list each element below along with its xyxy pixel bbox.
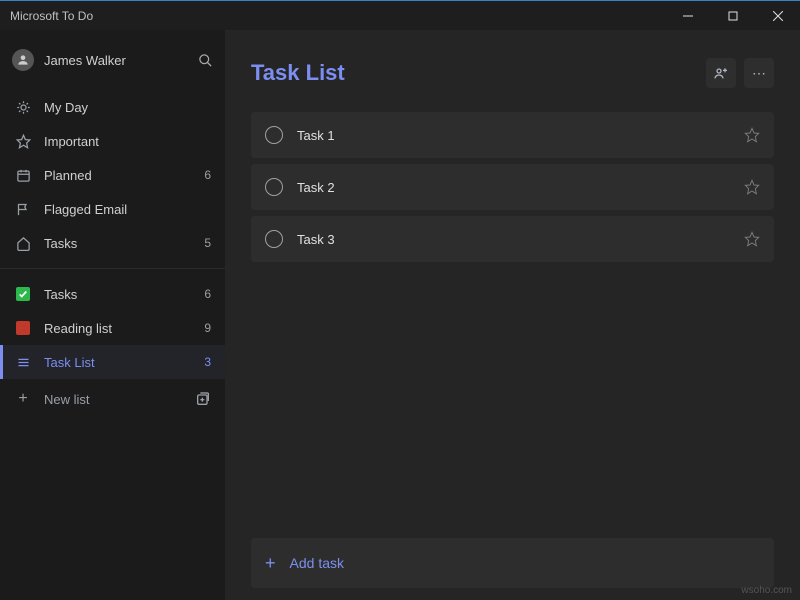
- star-toggle[interactable]: [744, 179, 760, 195]
- list-header: Task List ⋯: [251, 48, 774, 98]
- star-toggle[interactable]: [744, 231, 760, 247]
- watermark: wsoho.com: [741, 585, 792, 596]
- search-icon[interactable]: [198, 53, 213, 68]
- add-task-row[interactable]: + Add task: [251, 538, 774, 588]
- sidebar: James Walker My Day Important Planned 6: [0, 30, 225, 600]
- sun-icon: [14, 100, 32, 115]
- new-list-row[interactable]: + New list: [0, 379, 225, 419]
- share-button[interactable]: [706, 58, 736, 88]
- sidebar-item-count: 3: [204, 355, 211, 369]
- app-title: Microsoft To Do: [10, 9, 665, 23]
- list-icon: [14, 355, 32, 370]
- sidebar-item-important[interactable]: Important: [0, 124, 225, 158]
- sidebar-item-label: Task List: [44, 355, 204, 370]
- new-group-icon[interactable]: [195, 391, 211, 407]
- sidebar-item-planned[interactable]: Planned 6: [0, 158, 225, 192]
- sidebar-item-tasks-custom[interactable]: Tasks 6: [0, 277, 225, 311]
- user-row[interactable]: James Walker: [0, 30, 225, 86]
- task-row[interactable]: Task 2: [251, 164, 774, 210]
- minimize-button[interactable]: [665, 1, 710, 31]
- sidebar-item-label: Planned: [44, 168, 204, 183]
- sidebar-item-label: Tasks: [44, 287, 204, 302]
- main-panel: Task List ⋯ Task 1 Task 2 Task 3: [225, 30, 800, 600]
- list-color-icon: [14, 321, 32, 335]
- sidebar-item-count: 5: [204, 236, 211, 250]
- sidebar-item-myday[interactable]: My Day: [0, 90, 225, 124]
- plus-icon: +: [265, 553, 276, 574]
- plus-icon: +: [14, 390, 32, 408]
- complete-toggle[interactable]: [265, 230, 283, 248]
- user-name: James Walker: [44, 53, 198, 68]
- task-label: Task 3: [297, 232, 744, 247]
- sidebar-item-tasks[interactable]: Tasks 5: [0, 226, 225, 260]
- task-row[interactable]: Task 1: [251, 112, 774, 158]
- new-list-label: New list: [44, 392, 195, 407]
- flag-icon: [14, 202, 32, 217]
- avatar: [12, 49, 34, 71]
- sidebar-item-label: Reading list: [44, 321, 204, 336]
- sidebar-item-count: 9: [204, 321, 211, 335]
- star-toggle[interactable]: [744, 127, 760, 143]
- task-label: Task 2: [297, 180, 744, 195]
- divider: [0, 268, 225, 269]
- sidebar-item-label: My Day: [44, 100, 211, 115]
- sidebar-item-label: Flagged Email: [44, 202, 211, 217]
- sidebar-item-flagged[interactable]: Flagged Email: [0, 192, 225, 226]
- window-controls: [665, 1, 800, 31]
- titlebar: Microsoft To Do: [0, 0, 800, 30]
- sidebar-item-tasklist[interactable]: Task List 3: [0, 345, 225, 379]
- sidebar-item-reading[interactable]: Reading list 9: [0, 311, 225, 345]
- calendar-icon: [14, 168, 32, 183]
- complete-toggle[interactable]: [265, 126, 283, 144]
- task-list: Task 1 Task 2 Task 3: [251, 112, 774, 538]
- star-icon: [14, 134, 32, 149]
- list-title: Task List: [251, 60, 706, 86]
- sidebar-item-count: 6: [204, 168, 211, 182]
- task-row[interactable]: Task 3: [251, 216, 774, 262]
- sidebar-item-count: 6: [204, 287, 211, 301]
- sidebar-item-label: Important: [44, 134, 211, 149]
- complete-toggle[interactable]: [265, 178, 283, 196]
- list-color-icon: [14, 287, 32, 301]
- more-button[interactable]: ⋯: [744, 58, 774, 88]
- home-icon: [14, 236, 32, 251]
- close-button[interactable]: [755, 1, 800, 31]
- task-label: Task 1: [297, 128, 744, 143]
- maximize-button[interactable]: [710, 1, 755, 31]
- sidebar-item-label: Tasks: [44, 236, 204, 251]
- add-task-label: Add task: [290, 555, 344, 571]
